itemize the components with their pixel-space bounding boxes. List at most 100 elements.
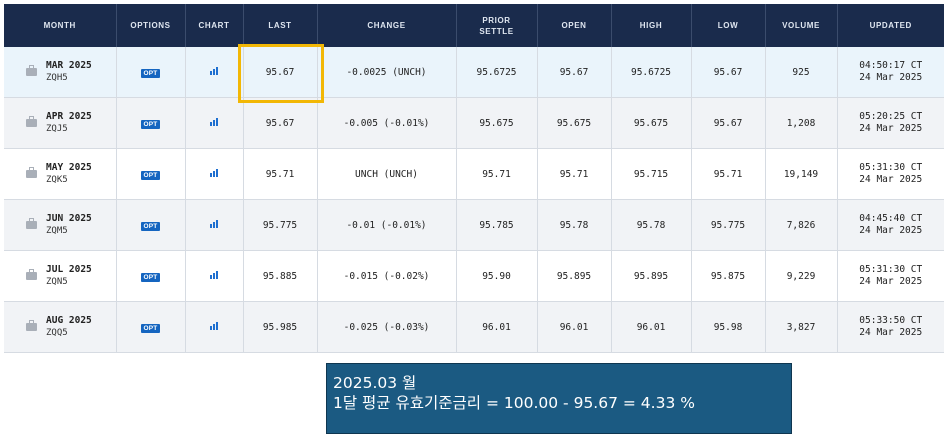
prior-settle-cell: 95.6725 [456, 47, 538, 98]
header-prior-settle[interactable]: PRIOR SETTLE [456, 4, 538, 47]
volume-cell: 3,827 [765, 301, 838, 353]
contract-month[interactable]: JUL 2025 [46, 264, 92, 276]
table-row[interactable]: MAR 2025 ZQH5 OPT 95.67 -0.0025 (UNCH) 95.672… [4, 47, 944, 98]
updated-date: 24 Mar 2025 [859, 123, 923, 134]
month-cell[interactable]: JUN 2025 ZQM5 [4, 199, 117, 251]
volume-cell: 19,149 [765, 148, 838, 200]
opt-badge[interactable]: OPT [140, 221, 161, 231]
month-cell[interactable]: MAR 2025 ZQH5 [4, 47, 117, 98]
change-cell: -0.005 (-0.01%) [317, 97, 457, 149]
header-chart[interactable]: CHART [185, 4, 244, 47]
briefcase-icon[interactable] [26, 218, 37, 229]
note-line-formula: 1달 평균 유효기준금리 = 100.00 - 95.67 = 4.33 % [333, 394, 695, 412]
high-cell: 95.78 [611, 199, 692, 251]
updated-date: 24 Mar 2025 [859, 174, 923, 185]
opt-badge[interactable]: OPT [140, 323, 161, 333]
updated-cell: 05:20:25 CT 24 Mar 2025 [837, 97, 944, 149]
updated-date: 24 Mar 2025 [859, 276, 923, 287]
high-cell: 95.6725 [611, 47, 692, 98]
header-open[interactable]: OPEN [537, 4, 612, 47]
updated-cell: 05:33:50 CT 24 Mar 2025 [837, 301, 944, 353]
opt-badge[interactable]: OPT [140, 272, 161, 282]
chart-cell [185, 301, 244, 353]
table-header-row: MONTH OPTIONS CHART LAST CHANGE PRIOR SE… [4, 4, 944, 47]
month-cell[interactable]: AUG 2025 ZQQ5 [4, 301, 117, 353]
header-volume[interactable]: VOLUME [765, 4, 838, 47]
table-row[interactable]: APR 2025 ZQJ5 OPT 95.67 -0.005 (-0.01%) 95.67… [4, 97, 944, 149]
briefcase-icon[interactable] [26, 116, 37, 127]
header-options[interactable]: OPTIONS [116, 4, 186, 47]
table-row[interactable]: MAY 2025 ZQK5 OPT 95.71 UNCH (UNCH) 95.71 95.7… [4, 148, 944, 200]
low-cell: 95.875 [691, 250, 766, 302]
bar-chart-icon[interactable] [210, 66, 218, 75]
updated-date: 24 Mar 2025 [859, 225, 923, 236]
low-cell: 95.67 [691, 97, 766, 149]
header-low[interactable]: LOW [691, 4, 766, 47]
contract-month[interactable]: APR 2025 [46, 111, 92, 123]
briefcase-icon[interactable] [26, 167, 37, 178]
last-cell: 95.775 [243, 199, 318, 251]
prior-settle-cell: 96.01 [456, 301, 538, 353]
contract-month[interactable]: MAR 2025 [46, 60, 92, 72]
updated-cell: 04:45:40 CT 24 Mar 2025 [837, 199, 944, 251]
updated-cell: 05:31:30 CT 24 Mar 2025 [837, 148, 944, 200]
month-cell[interactable]: MAY 2025 ZQK5 [4, 148, 117, 200]
bar-chart-icon[interactable] [210, 270, 218, 279]
updated-time: 05:31:30 CT [859, 162, 923, 173]
contract-code: ZQJ5 [46, 124, 68, 134]
table-row[interactable]: AUG 2025 ZQQ5 OPT 95.985 -0.025 (-0.03%) 96.0… [4, 301, 944, 353]
chart-cell [185, 199, 244, 251]
change-cell: -0.015 (-0.02%) [317, 250, 457, 302]
low-cell: 95.775 [691, 199, 766, 251]
prior-settle-cell: 95.785 [456, 199, 538, 251]
opt-badge[interactable]: OPT [140, 119, 161, 129]
bar-chart-icon[interactable] [210, 168, 218, 177]
options-cell: OPT [116, 148, 186, 200]
header-change[interactable]: CHANGE [317, 4, 457, 47]
table-row[interactable]: JUL 2025 ZQN5 OPT 95.885 -0.015 (-0.02%) 95.9… [4, 250, 944, 302]
bar-chart-icon[interactable] [210, 321, 218, 330]
briefcase-icon[interactable] [26, 269, 37, 280]
prior-settle-cell: 95.675 [456, 97, 538, 149]
updated-time: 05:31:30 CT [859, 264, 923, 275]
bar-chart-icon[interactable] [210, 117, 218, 126]
briefcase-icon[interactable] [26, 65, 37, 76]
low-cell: 95.98 [691, 301, 766, 353]
header-last[interactable]: LAST [243, 4, 318, 47]
updated-time: 04:45:40 CT [859, 213, 923, 224]
volume-cell: 1,208 [765, 97, 838, 149]
last-cell: 95.985 [243, 301, 318, 353]
opt-badge[interactable]: OPT [140, 68, 161, 78]
contract-code: ZQM5 [46, 226, 68, 236]
updated-date: 24 Mar 2025 [859, 72, 923, 83]
change-cell: -0.025 (-0.03%) [317, 301, 457, 353]
contract-code: ZQN5 [46, 277, 68, 287]
contract-code: ZQH5 [46, 73, 68, 83]
contract-month[interactable]: MAY 2025 [46, 162, 92, 174]
opt-badge[interactable]: OPT [140, 170, 161, 180]
header-updated[interactable]: UPDATED [837, 4, 944, 47]
updated-time: 05:33:50 CT [859, 315, 923, 326]
chart-cell [185, 148, 244, 200]
header-high[interactable]: HIGH [611, 4, 692, 47]
contract-month[interactable]: JUN 2025 [46, 213, 92, 225]
open-cell: 95.675 [537, 97, 612, 149]
prior-settle-cell: 95.90 [456, 250, 538, 302]
bar-chart-icon[interactable] [210, 219, 218, 228]
updated-cell: 04:50:17 CT 24 Mar 2025 [837, 47, 944, 98]
futures-quote-table: MONTH OPTIONS CHART LAST CHANGE PRIOR SE… [4, 4, 944, 353]
last-cell: 95.885 [243, 250, 318, 302]
table-row[interactable]: JUN 2025 ZQM5 OPT 95.775 -0.01 (-0.01%) 95.78… [4, 199, 944, 251]
contract-month[interactable]: AUG 2025 [46, 315, 92, 327]
updated-cell: 05:31:30 CT 24 Mar 2025 [837, 250, 944, 302]
volume-cell: 9,229 [765, 250, 838, 302]
updated-date: 24 Mar 2025 [859, 327, 923, 338]
volume-cell: 925 [765, 47, 838, 98]
month-cell[interactable]: JUL 2025 ZQN5 [4, 250, 117, 302]
high-cell: 95.715 [611, 148, 692, 200]
last-cell: 95.67 [243, 97, 318, 149]
briefcase-icon[interactable] [26, 320, 37, 331]
header-month[interactable]: MONTH [4, 4, 117, 47]
updated-time: 04:50:17 CT [859, 60, 923, 71]
month-cell[interactable]: APR 2025 ZQJ5 [4, 97, 117, 149]
